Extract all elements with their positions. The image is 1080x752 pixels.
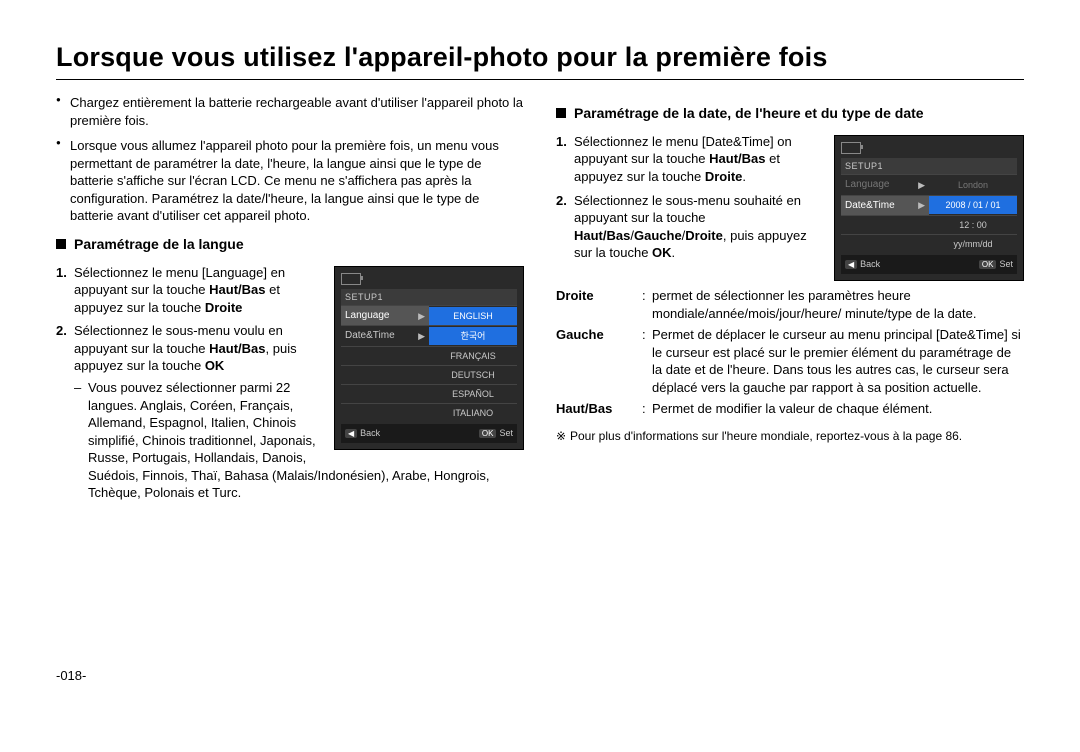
def-row: Gauche : Permet de déplacer le curseur a… <box>556 326 1024 396</box>
def-key: Gauche <box>556 326 642 396</box>
intro-item: Chargez entièrement la batterie recharge… <box>70 94 524 129</box>
def-key: Droite <box>556 287 642 322</box>
def-value: permet de sélectionner les paramètres he… <box>652 287 1024 322</box>
section-heading-language: Paramétrage de la langue <box>56 235 524 254</box>
def-row: Droite : permet de sélectionner les para… <box>556 287 1024 322</box>
page-number: -018- <box>56 668 1024 683</box>
key-name: OK <box>652 245 672 260</box>
title-rule <box>56 79 1024 80</box>
intro-item: Lorsque vous allumez l'appareil photo po… <box>70 137 524 225</box>
key-name: Haut/Bas <box>209 341 265 356</box>
def-row: Haut/Bas : Permet de modifier la valeur … <box>556 400 1024 418</box>
substep-item: Vous pouvez sélectionner parmi 22 langue… <box>88 379 524 502</box>
step-item: 1. Sélectionnez le menu [Language] en ap… <box>74 264 524 317</box>
step-item: 2. Sélectionnez le sous-menu voulu en ap… <box>74 322 524 501</box>
key-name: Droite <box>205 300 243 315</box>
note: Pour plus d'informations sur l'heure mon… <box>556 428 1024 444</box>
key-name: Haut/Bas <box>709 151 765 166</box>
key-definitions: Droite : permet de sélectionner les para… <box>556 287 1024 418</box>
section-heading-datetime: Paramétrage de la date, de l'heure et du… <box>556 104 1024 123</box>
step-item: 2. Sélectionnez le sous-menu souhaité en… <box>574 192 1024 262</box>
datetime-steps: 1. Sélectionnez le menu [Date&Time] on a… <box>556 133 1024 262</box>
def-value: Permet de déplacer le curseur au menu pr… <box>652 326 1024 396</box>
language-steps: 1. Sélectionnez le menu [Language] en ap… <box>56 264 524 502</box>
def-value: Permet de modifier la valeur de chaque é… <box>652 400 932 418</box>
key-name: Haut/Bas <box>209 282 265 297</box>
def-key: Haut/Bas <box>556 400 642 418</box>
key-name: Droite <box>705 169 743 184</box>
intro-list: Chargez entièrement la batterie recharge… <box>56 94 524 225</box>
key-name: OK <box>205 358 225 373</box>
key-name: Haut/Bas <box>574 228 630 243</box>
key-name: Droite <box>685 228 723 243</box>
step-text: Sélectionnez le sous-menu souhaité en ap… <box>574 193 801 226</box>
right-column: Paramétrage de la date, de l'heure et du… <box>556 94 1024 508</box>
left-column: Chargez entièrement la batterie recharge… <box>56 94 524 508</box>
step-item: 1. Sélectionnez le menu [Date&Time] on a… <box>574 133 1024 186</box>
step-text: . <box>742 169 746 184</box>
key-name: Gauche <box>634 228 682 243</box>
section-heading-text: Paramétrage de la date, de l'heure et du… <box>574 104 924 123</box>
section-heading-text: Paramétrage de la langue <box>74 235 244 254</box>
page-title: Lorsque vous utilisez l'appareil-photo p… <box>56 42 1024 73</box>
step-text: . <box>672 245 676 260</box>
